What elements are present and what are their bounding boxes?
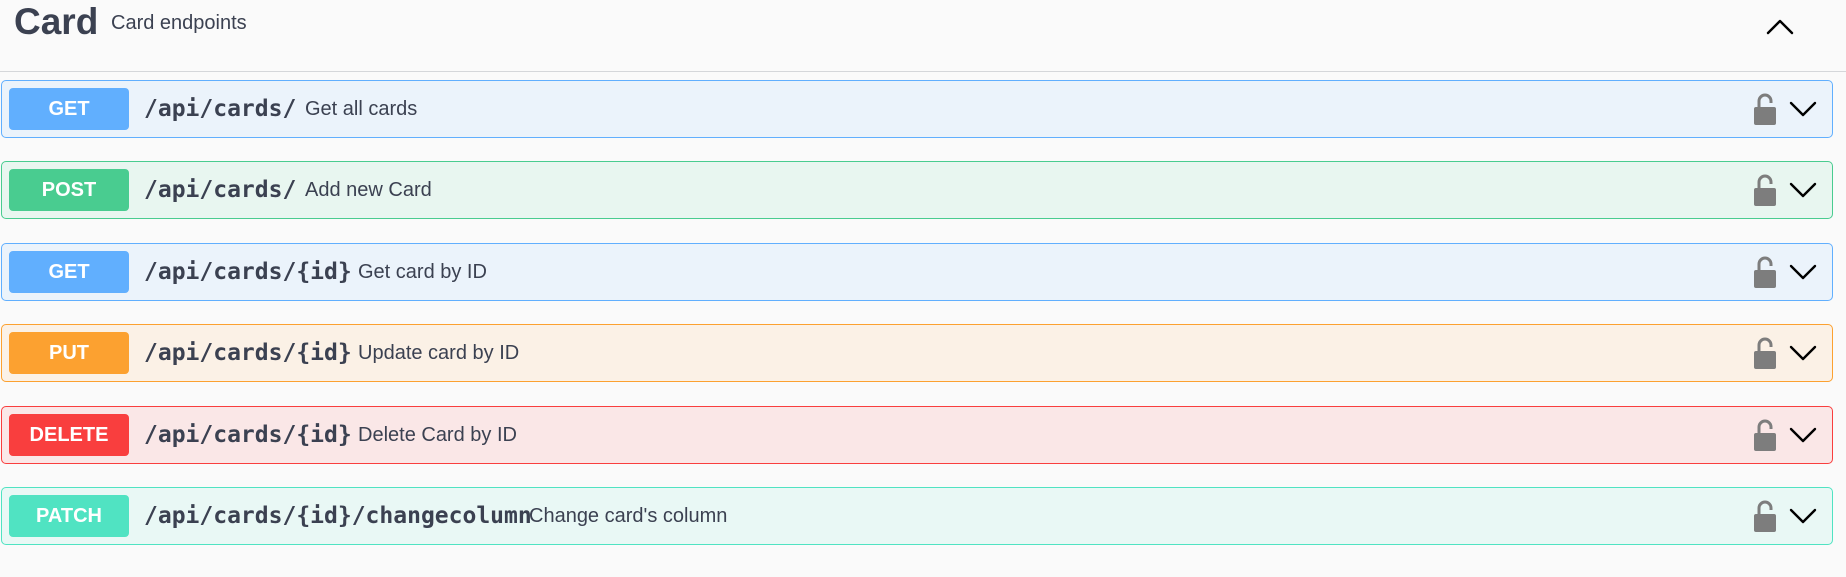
operation-summary: Add new Card [305,179,432,201]
method-badge[interactable]: GET [9,251,129,293]
unlocked-icon[interactable] [1752,418,1778,452]
operation-path[interactable]: /api/cards/{id} [144,338,352,368]
method-badge[interactable]: GET [9,88,129,130]
operation-path[interactable]: /api/cards/{id} [144,257,352,287]
operation-summary: Delete Card by ID [358,424,517,446]
collapse-button[interactable] [1752,6,1808,46]
operation-change-card-column[interactable]: PATCH /api/cards/{id}/changecolumn Chang… [1,487,1833,545]
tag-description: Card endpoints [111,12,247,34]
chevron-down-icon[interactable] [1788,421,1818,449]
chevron-down-icon[interactable] [1788,176,1818,204]
operation-path[interactable]: /api/cards/ [144,94,296,124]
unlocked-icon[interactable] [1752,336,1778,370]
tag-header[interactable]: Card Card endpoints [0,0,1846,72]
chevron-down-icon[interactable] [1788,95,1818,123]
unlocked-icon[interactable] [1752,92,1778,126]
unlocked-icon[interactable] [1752,255,1778,289]
operation-path[interactable]: /api/cards/{id}/changecolumn [144,501,532,531]
unlocked-icon[interactable] [1752,499,1778,533]
method-badge[interactable]: DELETE [9,414,129,456]
chevron-down-icon[interactable] [1788,258,1818,286]
unlocked-icon[interactable] [1752,173,1778,207]
chevron-down-icon[interactable] [1788,502,1818,530]
chevron-up-icon [1766,19,1794,35]
operation-summary: Get all cards [305,98,418,120]
operation-path[interactable]: /api/cards/{id} [144,420,352,450]
operation-update-card-by-id[interactable]: PUT /api/cards/{id} Update card by ID [1,324,1833,382]
operation-get-all-cards[interactable]: GET /api/cards/ Get all cards [1,80,1833,138]
operation-get-card-by-id[interactable]: GET /api/cards/{id} Get card by ID [1,243,1833,301]
method-badge[interactable]: POST [9,169,129,211]
operation-summary: Update card by ID [358,342,520,364]
operation-delete-card-by-id[interactable]: DELETE /api/cards/{id} Delete Card by ID [1,406,1833,464]
method-badge[interactable]: PUT [9,332,129,374]
operation-add-new-card[interactable]: POST /api/cards/ Add new Card [1,161,1833,219]
tag-title[interactable]: Card [14,0,98,44]
operation-summary: Get card by ID [358,261,487,283]
operation-summary: Change card's column [529,505,728,527]
chevron-down-icon[interactable] [1788,339,1818,367]
method-badge[interactable]: PATCH [9,495,129,537]
operation-path[interactable]: /api/cards/ [144,175,296,205]
